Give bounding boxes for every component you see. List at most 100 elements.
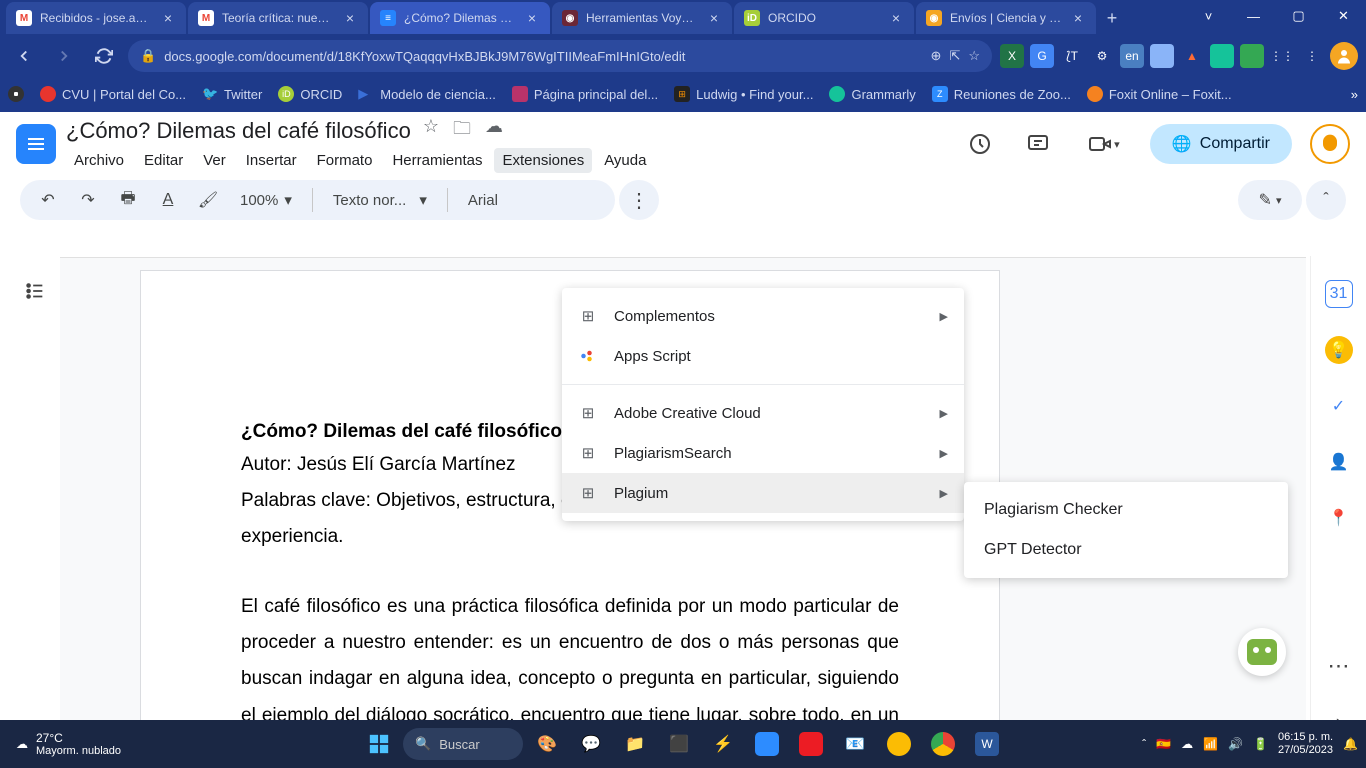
bookmark-zoom[interactable]: ZReuniones de Zoo... [932, 86, 1071, 102]
menu-editar[interactable]: Editar [136, 148, 191, 173]
tasks-icon[interactable]: ✓ [1325, 392, 1353, 420]
user-avatar[interactable] [1310, 124, 1350, 164]
docs-logo[interactable] [16, 124, 56, 164]
dd-plagiarismsearch[interactable]: ⊞PlagiarismSearch▶ [562, 433, 964, 473]
taskbar-chrome[interactable] [923, 724, 963, 764]
more-panel-icon[interactable]: ⋯ [1325, 652, 1353, 680]
close-icon[interactable]: × [1070, 10, 1086, 26]
taskbar-explorer[interactable]: 📁 [615, 724, 655, 764]
bookmark-apps[interactable] [8, 86, 24, 102]
tray-battery-icon[interactable]: 🔋 [1253, 737, 1268, 751]
menu-formato[interactable]: Formato [309, 148, 381, 173]
menu-archivo[interactable]: Archivo [66, 148, 132, 173]
zoom-icon[interactable]: ⊕ [931, 48, 942, 64]
ext-blue-icon[interactable] [1150, 44, 1174, 68]
bookmark-grammarly[interactable]: Grammarly [829, 86, 915, 102]
tray-clock[interactable]: 06:15 p. m.27/05/2023 [1278, 731, 1333, 757]
ext-excel-icon[interactable]: X [1000, 44, 1024, 68]
star-icon[interactable]: ☆ [423, 116, 439, 146]
print-button[interactable]: 🖶 [112, 184, 144, 216]
menu-insertar[interactable]: Insertar [238, 148, 305, 173]
share-button[interactable]: 🌐Compartir [1150, 124, 1292, 164]
zoom-select[interactable]: 100%▾ [232, 191, 300, 209]
taskbar-mail[interactable]: 📧 [835, 724, 875, 764]
dd-plagium[interactable]: ⊞Plagium▶ [562, 473, 964, 513]
menu-ver[interactable]: Ver [195, 148, 234, 173]
tab-envios[interactable]: ◉Envíos | Ciencia y Filos× [916, 2, 1096, 34]
weather-widget[interactable]: ☁ 27°CMayorm. nublado [8, 731, 129, 757]
bookmark-ludwig[interactable]: ⊞Ludwig • Find your... [674, 86, 813, 102]
tab-voyant[interactable]: ◉Herramientas Voyant× [552, 2, 732, 34]
ext-flame-icon[interactable]: ▲ [1180, 44, 1204, 68]
move-icon[interactable]: 🗀 [453, 116, 471, 146]
style-select[interactable]: Texto nor...▾ [325, 191, 435, 209]
tray-notifications-icon[interactable]: 🔔 [1343, 737, 1358, 751]
maps-icon[interactable]: 📍 [1325, 504, 1353, 532]
close-icon[interactable]: × [524, 10, 540, 26]
url-input[interactable]: 🔒 docs.google.com/document/d/18KfYoxwTQa… [128, 40, 992, 72]
comments-icon[interactable] [1018, 124, 1058, 164]
bookmark-modelo[interactable]: ▶Modelo de ciencia... [358, 86, 496, 102]
bookmark-orcid[interactable]: iDORCID [278, 86, 342, 102]
cloud-status-icon[interactable]: ☁ [485, 116, 503, 146]
tab-teoria[interactable]: MTeoría crítica: nuevos r× [188, 2, 368, 34]
format-paint-button[interactable]: 🖌 [192, 184, 224, 216]
menu-herramientas[interactable]: Herramientas [384, 148, 490, 173]
taskbar-app1[interactable]: ⬛ [659, 724, 699, 764]
calendar-icon[interactable]: 31 [1325, 280, 1353, 308]
menu-icon[interactable]: ⋮ [1300, 44, 1324, 68]
back-button[interactable] [8, 40, 40, 72]
spellcheck-button[interactable]: A [152, 184, 184, 216]
share-page-icon[interactable]: ⇱ [949, 48, 960, 64]
tray-volume-icon[interactable]: 🔊 [1228, 737, 1243, 751]
keep-icon[interactable]: 💡 [1325, 336, 1353, 364]
ext-lang-icon[interactable]: en [1120, 44, 1144, 68]
taskbar-word[interactable]: W [967, 724, 1007, 764]
bookmark-cvu[interactable]: CVU | Portal del Co... [40, 86, 186, 102]
tray-wifi-icon[interactable]: 📶 [1203, 737, 1218, 751]
close-icon[interactable]: × [706, 10, 722, 26]
redo-button[interactable]: ↷ [72, 184, 104, 216]
toolbar-more[interactable]: ⋮ [619, 180, 659, 220]
menu-ayuda[interactable]: Ayuda [596, 148, 654, 173]
chatbot-widget[interactable] [1238, 628, 1286, 676]
dd-complementos[interactable]: ⊞Complementos▶ [562, 296, 964, 336]
star-icon[interactable]: ☆ [968, 48, 980, 64]
font-select[interactable]: Arial [460, 192, 506, 209]
close-button[interactable]: ✕ [1321, 0, 1366, 32]
forward-button[interactable] [48, 40, 80, 72]
dd-apps-script[interactable]: Apps Script [562, 336, 964, 376]
close-icon[interactable]: × [160, 10, 176, 26]
close-icon[interactable]: × [342, 10, 358, 26]
tab-gmail[interactable]: MRecibidos - jose.aguila× [6, 2, 186, 34]
edit-mode-button[interactable]: ✎▾ [1238, 180, 1302, 220]
sm-plagiarism-checker[interactable]: Plagiarism Checker [964, 490, 1288, 530]
taskbar-chrome-canary[interactable] [879, 724, 919, 764]
maximize-button[interactable]: ▢ [1276, 0, 1321, 32]
tab-orcid[interactable]: iDORCIDO× [734, 2, 914, 34]
taskbar-search[interactable]: 🔍Buscar [403, 728, 523, 760]
profile-avatar[interactable] [1330, 42, 1358, 70]
collapse-toolbar-button[interactable]: ˆ [1306, 180, 1346, 220]
ext-lt-icon[interactable]: ⟅T [1060, 44, 1084, 68]
tray-chevron-icon[interactable]: ˆ [1142, 737, 1146, 751]
outline-toggle[interactable] [16, 272, 54, 310]
bookmark-foxit[interactable]: Foxit Online – Foxit... [1087, 86, 1232, 102]
contacts-icon[interactable]: 👤 [1325, 448, 1353, 476]
reload-button[interactable] [88, 40, 120, 72]
ext-grammarly-icon[interactable] [1210, 44, 1234, 68]
taskbar-zoom[interactable] [747, 724, 787, 764]
meet-icon[interactable]: ▾ [1076, 124, 1132, 164]
taskbar-app2[interactable]: ⚡ [703, 724, 743, 764]
taskbar-widgets[interactable]: 🎨 [527, 724, 567, 764]
bookmark-twitter[interactable]: 🐦Twitter [202, 86, 262, 102]
bookmark-pagina[interactable]: Página principal del... [512, 86, 658, 102]
tray-onedrive-icon[interactable]: ☁ [1181, 737, 1193, 751]
minimize-button[interactable]: — [1231, 0, 1276, 32]
taskbar-acrobat[interactable] [791, 724, 831, 764]
doc-title[interactable]: ¿Cómo? Dilemas del café filosófico [66, 118, 411, 144]
history-icon[interactable] [960, 124, 1000, 164]
tab-docs-active[interactable]: ≡¿Cómo? Dilemas del c× [370, 2, 550, 34]
ext-puzzle-icon[interactable]: ⚙ [1090, 44, 1114, 68]
start-button[interactable] [359, 724, 399, 764]
